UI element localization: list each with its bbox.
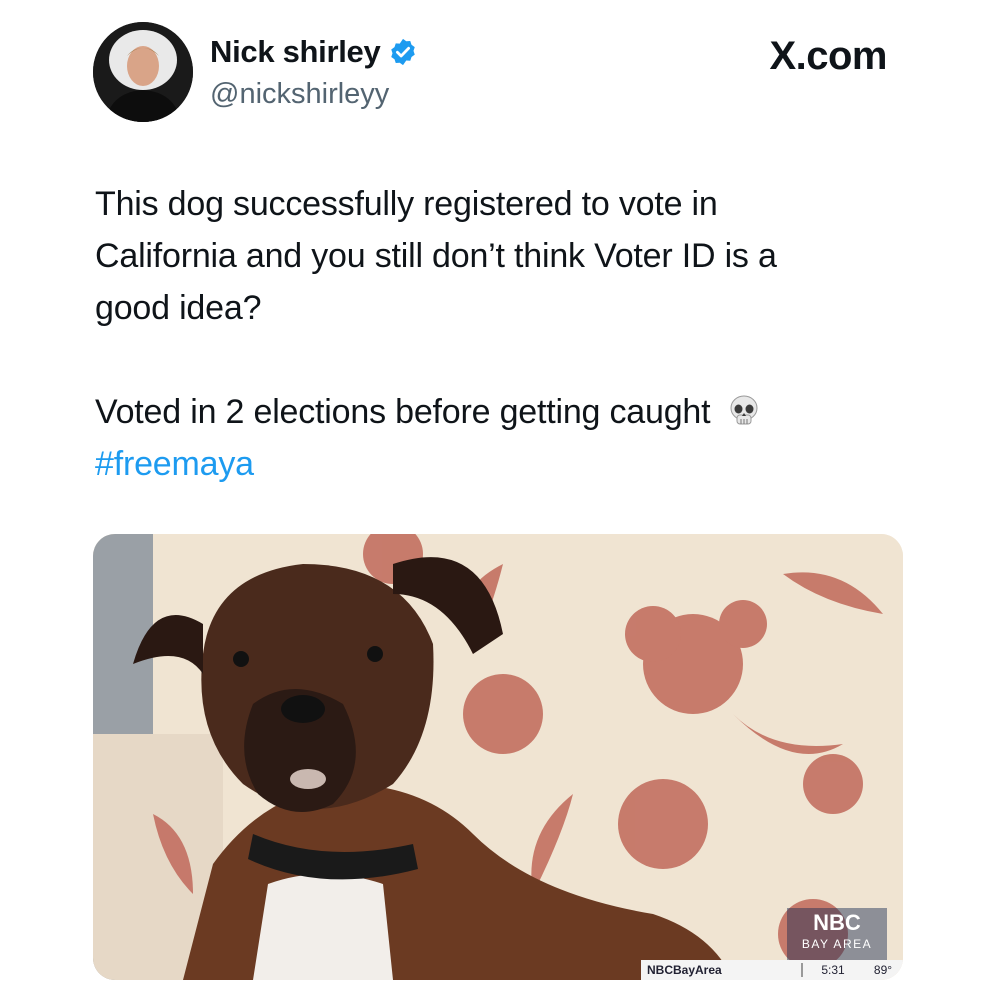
tweet-line: This dog successfully registered to vote… bbox=[95, 185, 718, 223]
nbc-logo-subtext: BAY AREA bbox=[801, 937, 873, 951]
news-ticker: NBCBayArea 5:31 89° bbox=[641, 960, 903, 980]
skull-icon bbox=[730, 395, 758, 425]
nbc-logo-text: NBC bbox=[813, 910, 861, 935]
tweet-line: Voted in 2 elections before getting caug… bbox=[95, 386, 925, 438]
ticker-time: 5:31 bbox=[801, 963, 863, 977]
hashtag-link[interactable]: #freemaya bbox=[95, 445, 254, 483]
nbc-bay-area-logo: NBC BAY AREA bbox=[787, 908, 887, 960]
tweet-text: This dog successfully registered to vote… bbox=[95, 178, 925, 490]
avatar-image bbox=[93, 22, 193, 122]
ticker-temp: 89° bbox=[873, 963, 893, 977]
tweet-line: California and you still don’t think Vot… bbox=[95, 237, 777, 275]
ticker-handle: NBCBayArea bbox=[647, 963, 722, 977]
dog-photo bbox=[93, 534, 903, 980]
author-name-row: Nick shirley bbox=[210, 34, 418, 70]
tweet-media[interactable]: NBC BAY AREA NBCBayArea 5:31 89° bbox=[93, 534, 903, 980]
tweet-line-text: Voted in 2 elections before getting caug… bbox=[95, 393, 711, 431]
avatar[interactable] bbox=[93, 22, 193, 122]
display-name[interactable]: Nick shirley bbox=[210, 34, 381, 70]
author-handle[interactable]: @nickshirleyy bbox=[210, 78, 389, 111]
verified-badge-icon bbox=[391, 38, 416, 66]
tweet-line: good idea? bbox=[95, 289, 262, 327]
site-label: X.com bbox=[769, 34, 887, 78]
